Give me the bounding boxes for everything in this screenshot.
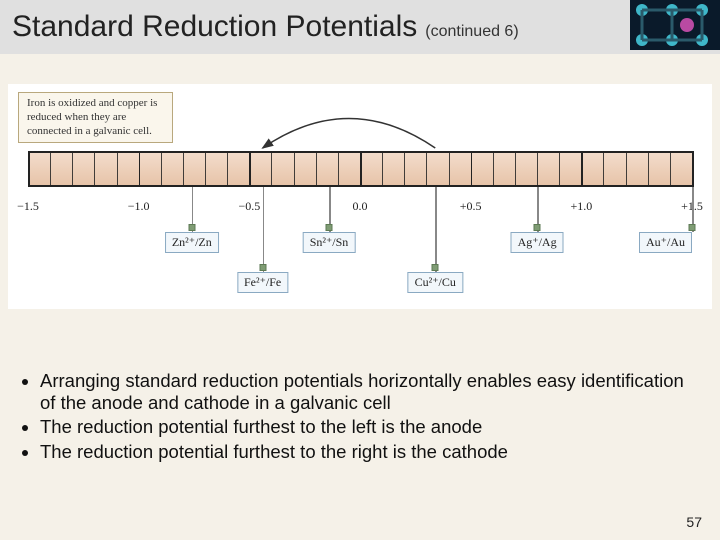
redox-couple-label: Au⁺/Au — [639, 232, 692, 253]
redox-couple-label: Cu²⁺/Cu — [408, 272, 463, 293]
bullet-item: The reduction potential furthest to the … — [40, 416, 698, 438]
marker-nub — [432, 264, 439, 271]
galvanic-arrow — [28, 84, 692, 309]
bullet-item: The reduction potential furthest to the … — [40, 441, 698, 463]
bullet-item: Arranging standard reduction potentials … — [40, 370, 698, 414]
marker-nub — [326, 224, 333, 231]
page-number: 57 — [686, 514, 702, 530]
marker-nub — [534, 224, 541, 231]
title-bar: Standard Reduction Potentials (continued… — [0, 0, 720, 54]
page-subtitle: (continued 6) — [425, 23, 518, 41]
marker-nub — [188, 224, 195, 231]
page-title: Standard Reduction Potentials — [12, 10, 417, 44]
marker-line — [263, 187, 265, 272]
redox-couple-label: Ag⁺/Ag — [511, 232, 564, 253]
reduction-potential-figure: Iron is oxidized and copper is reduced w… — [8, 84, 712, 309]
redox-couple-label: Zn²⁺/Zn — [165, 232, 219, 253]
bullet-list: Arranging standard reduction potentials … — [22, 370, 698, 465]
redox-couple-label: Fe²⁺/Fe — [237, 272, 288, 293]
marker-nub — [259, 264, 266, 271]
marker-nub — [689, 224, 696, 231]
crystal-lattice-image — [630, 0, 720, 50]
marker-line — [435, 187, 437, 272]
redox-couple-label: Sn²⁺/Sn — [303, 232, 356, 253]
